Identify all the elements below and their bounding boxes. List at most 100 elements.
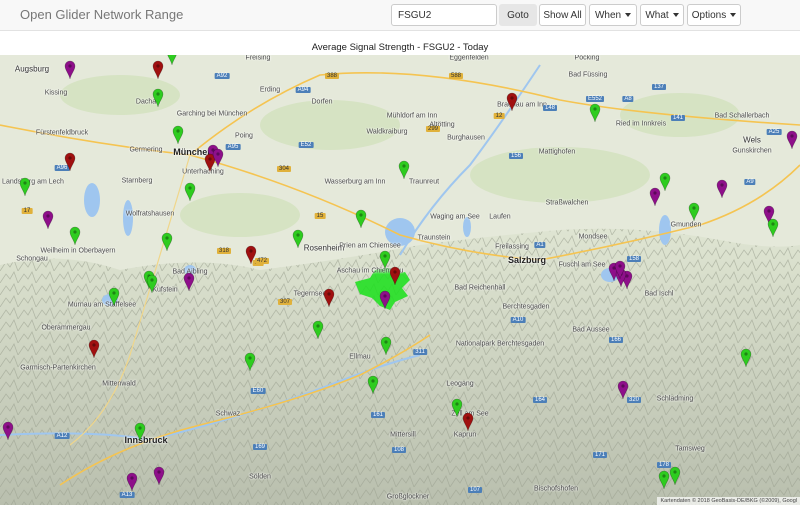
road-shield: 15 bbox=[314, 213, 326, 219]
when-dropdown[interactable]: When bbox=[589, 4, 637, 26]
green-station-marker[interactable] bbox=[19, 177, 31, 197]
options-dropdown[interactable]: Options bbox=[687, 4, 741, 26]
purple-station-marker[interactable] bbox=[379, 290, 391, 310]
green-station-marker[interactable] bbox=[589, 103, 601, 123]
road-shield: A9 bbox=[744, 179, 756, 185]
road-shield: A10 bbox=[510, 317, 526, 323]
map-pin-icon bbox=[716, 179, 728, 199]
purple-station-marker[interactable] bbox=[716, 179, 728, 199]
place-label: Wolfratshausen bbox=[125, 210, 175, 218]
map-pin-icon bbox=[184, 182, 196, 202]
green-station-marker[interactable] bbox=[398, 160, 410, 180]
caret-down-icon bbox=[672, 13, 679, 17]
map-pin-icon bbox=[245, 245, 257, 265]
place-label: Gmunden bbox=[670, 221, 702, 229]
road-shield: 311 bbox=[413, 349, 427, 355]
green-station-marker[interactable] bbox=[312, 320, 324, 340]
place-label: Braunau am Inn bbox=[497, 101, 547, 109]
place-label: Fürstenfeldbruck bbox=[35, 129, 89, 137]
road-shield: 299 bbox=[425, 126, 441, 132]
road-shield: A92 bbox=[214, 73, 230, 79]
map-pin-icon bbox=[669, 466, 681, 486]
map-pin-icon bbox=[589, 103, 601, 123]
green-station-marker[interactable] bbox=[244, 352, 256, 372]
purple-station-marker[interactable] bbox=[153, 466, 165, 486]
place-label: Tamsweg bbox=[675, 445, 705, 453]
green-station-marker[interactable] bbox=[146, 274, 158, 294]
place-label: Germering bbox=[129, 146, 163, 154]
place-label: Freilassing bbox=[495, 243, 529, 251]
place-label: Wels bbox=[743, 135, 761, 145]
station-search-input[interactable] bbox=[391, 4, 497, 26]
red-station-marker[interactable] bbox=[462, 412, 474, 432]
map-attribution: Kartendaten © 2018 GeoBasis-DE/BKG (©200… bbox=[657, 497, 800, 505]
map-canvas[interactable]: Augsburg Freising Eggenfelden Pocking Dachau… bbox=[0, 55, 800, 505]
place-label: Kissing bbox=[44, 89, 68, 97]
place-label: Waging am See bbox=[430, 213, 480, 221]
red-station-marker[interactable] bbox=[64, 152, 76, 172]
green-station-marker[interactable] bbox=[659, 172, 671, 192]
place-label: Landsberg am Lech bbox=[2, 178, 64, 186]
green-station-marker[interactable] bbox=[740, 348, 752, 368]
place-label: Augsburg bbox=[14, 64, 50, 74]
road-shield: 169 bbox=[252, 444, 268, 450]
purple-station-marker[interactable] bbox=[614, 260, 626, 280]
road-shield: 388 bbox=[324, 73, 340, 79]
green-station-marker[interactable] bbox=[166, 55, 178, 66]
map-pin-icon bbox=[212, 148, 224, 168]
green-station-marker[interactable] bbox=[172, 125, 184, 145]
green-station-marker[interactable] bbox=[108, 287, 120, 307]
purple-station-marker[interactable] bbox=[212, 148, 224, 168]
map-pin-icon bbox=[379, 250, 391, 270]
red-station-marker[interactable] bbox=[323, 288, 335, 308]
map-pin-icon bbox=[292, 229, 304, 249]
red-station-marker[interactable] bbox=[88, 339, 100, 359]
place-label: Mondsee bbox=[578, 233, 608, 241]
purple-station-marker[interactable] bbox=[786, 130, 798, 150]
place-label: Prien am Chiemsee bbox=[339, 242, 401, 250]
green-station-marker[interactable] bbox=[134, 422, 146, 442]
green-station-marker[interactable] bbox=[152, 88, 164, 108]
goto-button[interactable]: Goto bbox=[499, 4, 537, 26]
road-shield: 17 bbox=[21, 208, 33, 214]
place-label: Mühldorf am Inn bbox=[386, 112, 438, 120]
purple-station-marker[interactable] bbox=[126, 472, 138, 492]
map-pin-icon bbox=[153, 466, 165, 486]
place-label: Ried im Innkreis bbox=[615, 120, 667, 128]
map-pin-icon bbox=[64, 60, 76, 80]
red-station-marker[interactable] bbox=[245, 245, 257, 265]
green-station-marker[interactable] bbox=[184, 182, 196, 202]
red-station-marker[interactable] bbox=[506, 92, 518, 112]
when-label: When bbox=[594, 9, 622, 21]
place-label: Bad Ischl bbox=[644, 290, 674, 298]
green-station-marker[interactable] bbox=[69, 226, 81, 246]
what-dropdown[interactable]: What bbox=[640, 4, 684, 26]
map-title: Average Signal Strength - FSGU2 - Today bbox=[311, 42, 489, 53]
road-shield: 307 bbox=[277, 299, 293, 305]
green-station-marker[interactable] bbox=[380, 336, 392, 356]
place-label: Unterhaching bbox=[182, 168, 224, 176]
road-shield: 318 bbox=[216, 248, 232, 254]
place-label: Fuschl am See bbox=[558, 261, 606, 269]
app-title[interactable]: Open Glider Network Range bbox=[20, 7, 183, 22]
green-station-marker[interactable] bbox=[451, 398, 463, 418]
purple-station-marker[interactable] bbox=[183, 272, 195, 292]
red-station-marker[interactable] bbox=[152, 60, 164, 80]
place-label: Tegernsee bbox=[293, 290, 327, 298]
purple-station-marker[interactable] bbox=[617, 380, 629, 400]
green-station-marker[interactable] bbox=[161, 232, 173, 252]
show-all-button[interactable]: Show All bbox=[539, 4, 586, 26]
green-station-marker[interactable] bbox=[767, 218, 779, 238]
green-station-marker[interactable] bbox=[688, 202, 700, 222]
green-station-marker[interactable] bbox=[669, 466, 681, 486]
purple-station-marker[interactable] bbox=[2, 421, 14, 441]
map-pin-icon bbox=[183, 272, 195, 292]
place-label: Waldkraiburg bbox=[366, 128, 408, 136]
green-station-marker[interactable] bbox=[367, 375, 379, 395]
map-pin-icon bbox=[380, 336, 392, 356]
green-station-marker[interactable] bbox=[292, 229, 304, 249]
purple-station-marker[interactable] bbox=[42, 210, 54, 230]
purple-station-marker[interactable] bbox=[64, 60, 76, 80]
green-station-marker[interactable] bbox=[379, 250, 391, 270]
green-station-marker[interactable] bbox=[355, 209, 367, 229]
